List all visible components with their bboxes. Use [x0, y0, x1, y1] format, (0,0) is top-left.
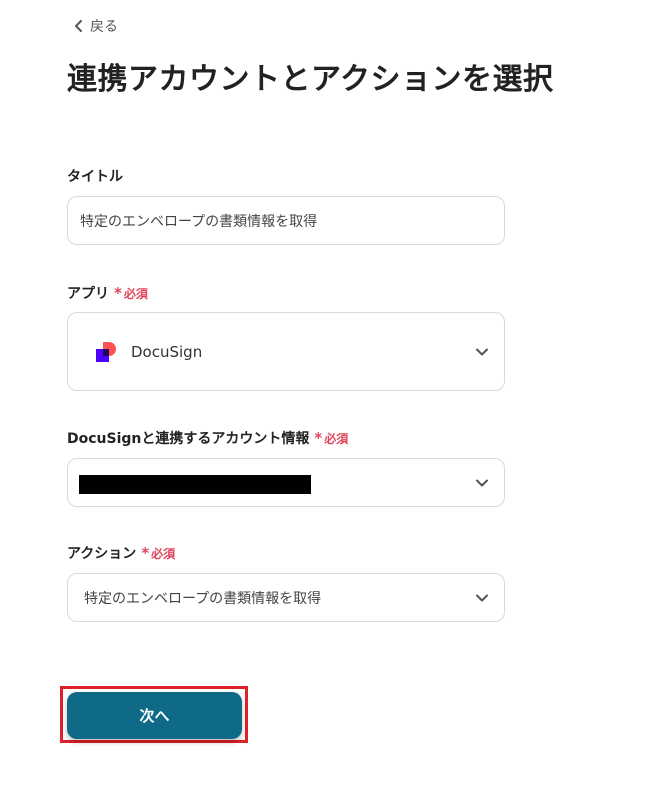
chevron-left-icon — [75, 20, 82, 32]
app-select[interactable]: DocuSign — [67, 312, 505, 391]
back-link[interactable]: 戻る — [74, 16, 118, 36]
required-star: * — [141, 544, 150, 562]
app-label-text: アプリ — [67, 286, 109, 302]
title-input-value: 特定のエンベロープの書類情報を取得 — [80, 213, 318, 230]
title-field-label: タイトル — [67, 166, 123, 186]
app-select-value: DocuSign — [131, 342, 203, 361]
action-label-text: アクション — [67, 546, 137, 562]
page-title: 連携アカウントとアクションを選択 — [67, 62, 554, 97]
action-select-value: 特定のエンベロープの書類情報を取得 — [84, 590, 322, 607]
action-field-label: アクション * 必須 — [67, 543, 175, 563]
app-field-label: アプリ * 必須 — [67, 283, 148, 303]
account-select[interactable] — [67, 458, 505, 507]
docusign-logo-icon — [96, 341, 116, 362]
required-label: 必須 — [123, 286, 148, 301]
title-input[interactable]: 特定のエンベロープの書類情報を取得 — [67, 196, 505, 245]
required-star: * — [114, 284, 122, 302]
required-star: * — [314, 429, 323, 447]
title-label-text: タイトル — [67, 169, 123, 185]
action-select[interactable]: 特定のエンベロープの書類情報を取得 — [67, 573, 505, 622]
chevron-down-icon — [476, 594, 488, 601]
required-label: 必須 — [151, 546, 176, 561]
account-field-label: DocuSignと連携するアカウント情報 * 必須 — [67, 428, 348, 448]
next-button[interactable]: 次へ — [67, 692, 242, 739]
chevron-down-icon — [476, 348, 488, 355]
required-label: 必須 — [324, 431, 349, 446]
redacted-account-value — [79, 475, 311, 494]
back-label: 戻る — [90, 19, 118, 35]
account-label-text: DocuSignと連携するアカウント情報 — [67, 431, 310, 447]
chevron-down-icon — [476, 479, 488, 486]
